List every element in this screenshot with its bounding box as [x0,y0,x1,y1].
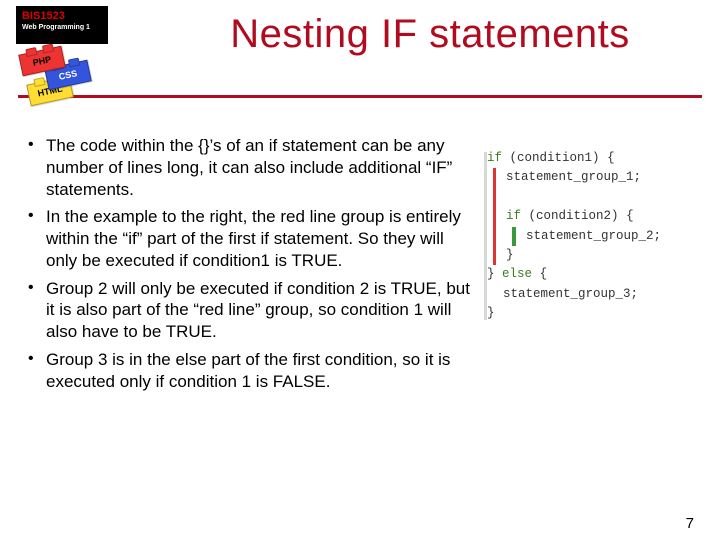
bullet-list: The code within the {}’s of an if statem… [18,135,479,392]
course-tag: BIS1523 Web Programming 1 [16,6,108,44]
code-line: statement_group_2; [526,227,702,246]
bullet-item: Group 3 is in the else part of the first… [18,349,479,393]
bullet-column: The code within the {}’s of an if statem… [18,135,487,510]
code-line: } [487,304,702,323]
red-group: statement_group_1; if (condition2) { sta… [493,168,702,265]
green-group: statement_group_2; [512,227,702,246]
bullet-item: In the example to the right, the red lin… [18,206,479,271]
bullet-item: The code within the {}’s of an if statem… [18,135,479,200]
code-line: } else { [487,265,702,284]
code-line: } [506,246,702,265]
code-line: if (condition2) { [506,207,702,226]
code-column: if (condition1) { statement_group_1; if … [487,135,702,510]
slide-title: Nesting IF statements [150,12,710,57]
code-line: if (condition1) { [487,149,702,168]
code-line: statement_group_3; [487,285,702,304]
slide-header: BIS1523 Web Programming 1 PHP CSS HTML N… [0,0,720,120]
page-number: 7 [686,515,694,532]
slide-body: The code within the {}’s of an if statem… [18,135,702,510]
code-blank [506,188,702,207]
outer-guide [484,152,487,320]
bullet-item: Group 2 will only be executed if conditi… [18,278,479,343]
course-code: BIS1523 [22,10,102,22]
code-line: statement_group_1; [506,168,702,187]
course-name: Web Programming 1 [22,24,102,32]
code-figure: if (condition1) { statement_group_1; if … [487,149,702,323]
title-underline [18,95,702,98]
